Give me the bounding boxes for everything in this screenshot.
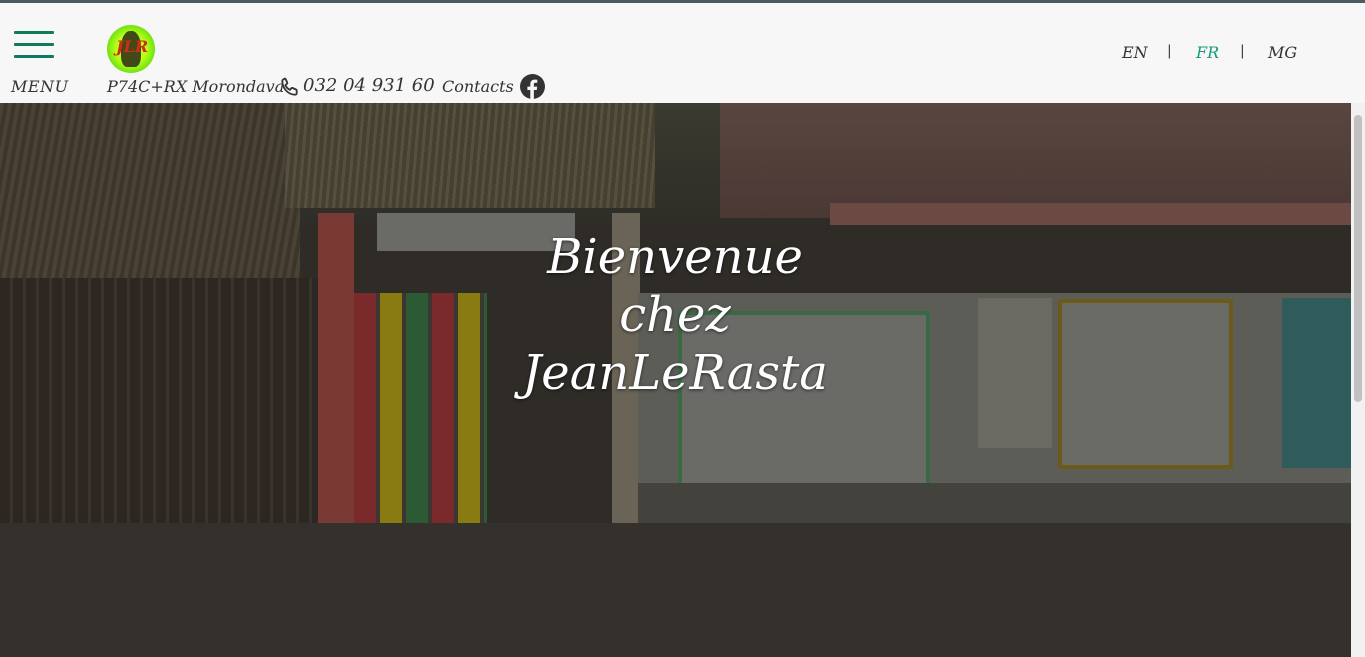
address-text: P74C+RX Morondava xyxy=(107,77,285,96)
logo-lettering: JLR xyxy=(116,37,149,56)
facebook-icon[interactable] xyxy=(520,74,545,99)
menu-bar xyxy=(14,43,54,46)
menu-bar xyxy=(14,55,54,58)
phone-icon[interactable] xyxy=(278,75,302,99)
hero-title: Bienvenue chez JeanLeRasta xyxy=(475,228,875,402)
hero-bg-mural-portrait xyxy=(1058,299,1233,469)
menu-bar xyxy=(14,31,54,34)
lang-separator: | xyxy=(1167,43,1172,59)
contacts-link[interactable]: Contacts xyxy=(442,77,514,96)
hero-bg-thatch xyxy=(0,103,300,293)
hero-title-line: chez xyxy=(619,287,731,343)
scrollbar[interactable] xyxy=(1351,103,1365,657)
hero-bg-thatch xyxy=(285,103,655,208)
lang-separator: | xyxy=(1240,43,1245,59)
phone-number[interactable]: 032 04 931 60 xyxy=(303,75,435,96)
hero-bg-roof-edge xyxy=(830,203,1351,225)
lang-en[interactable]: EN xyxy=(1122,43,1148,62)
hero-title-line: JeanLeRasta xyxy=(522,345,828,401)
site-logo[interactable]: JLR xyxy=(107,25,155,73)
scrollbar-thumb[interactable] xyxy=(1354,115,1362,402)
hero-title-line: Bienvenue xyxy=(547,229,803,285)
menu-hamburger-icon[interactable] xyxy=(14,31,56,67)
hero-banner: Bienvenue chez JeanLeRasta xyxy=(0,103,1351,657)
hero-bg-mural-lion xyxy=(978,298,1052,448)
hero-bg-sidewalk xyxy=(638,483,1351,523)
hero-bg-road xyxy=(0,523,1351,657)
hero-bg-roof xyxy=(720,103,1351,218)
lang-fr[interactable]: FR xyxy=(1196,43,1219,62)
menu-label[interactable]: MENU xyxy=(11,77,69,96)
lang-mg[interactable]: MG xyxy=(1268,43,1297,62)
site-header: MENU JLR P74C+RX Morondava 032 04 931 60… xyxy=(0,3,1365,103)
hero-bg-mural xyxy=(1282,298,1351,468)
